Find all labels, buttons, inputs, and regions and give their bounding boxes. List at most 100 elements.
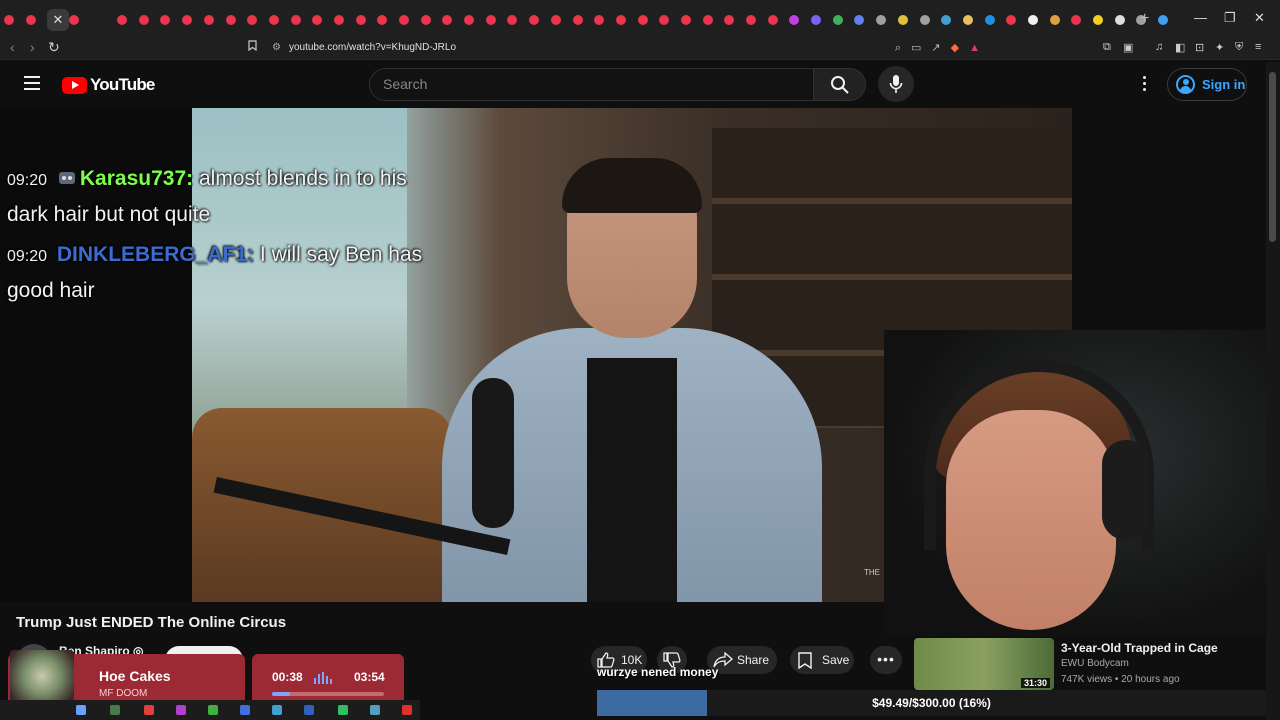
tab-favicon-icon[interactable] bbox=[1027, 15, 1038, 25]
tab-favicon-icon[interactable] bbox=[832, 15, 843, 25]
voice-search-button[interactable] bbox=[878, 66, 914, 102]
app-icon[interactable] bbox=[76, 705, 86, 715]
tab-favicon-icon[interactable] bbox=[138, 15, 149, 25]
tab-favicon-icon[interactable] bbox=[247, 15, 258, 25]
back-button[interactable]: ‹ bbox=[10, 39, 15, 55]
save-button[interactable]: Save bbox=[790, 646, 854, 674]
media-icon[interactable]: ♫ bbox=[1155, 41, 1163, 53]
tab-favicon-icon[interactable] bbox=[485, 15, 496, 25]
tab-favicon-icon[interactable] bbox=[333, 15, 344, 25]
tab-favicon-icon[interactable] bbox=[355, 15, 366, 25]
tab-favicon-icon[interactable] bbox=[1049, 15, 1060, 25]
wallet-icon[interactable]: ▣ bbox=[1123, 41, 1133, 54]
zoom-icon[interactable]: ⌕ bbox=[895, 42, 901, 54]
app-icon[interactable] bbox=[144, 705, 154, 715]
app-icon[interactable] bbox=[176, 705, 186, 715]
tab-favicon-icon[interactable] bbox=[290, 15, 301, 25]
brave-shield-icon[interactable]: ◆ bbox=[951, 42, 959, 54]
app-icon[interactable] bbox=[402, 705, 412, 715]
tab-favicon-icon[interactable] bbox=[1158, 15, 1169, 25]
tab-favicon-icon[interactable] bbox=[1093, 15, 1103, 25]
tab-favicon-icon[interactable] bbox=[203, 15, 214, 25]
recommended-video[interactable]: 31:30 3-Year-Old Trapped in Cage EWU Bod… bbox=[914, 638, 1266, 690]
tab-favicon-icon[interactable] bbox=[550, 15, 561, 25]
active-tab-close-icon[interactable]: ✕ bbox=[47, 9, 69, 31]
maximize-button[interactable]: ❐ bbox=[1224, 10, 1236, 26]
app-icon[interactable] bbox=[110, 705, 120, 715]
tab-favicon-icon[interactable] bbox=[312, 15, 323, 25]
tab-favicon-icon[interactable] bbox=[659, 15, 670, 25]
address-bar[interactable]: ⚙ youtube.com/watch?v=KhugND-JRLo ⌕ ▭ ↗ ◆ ▲ bbox=[272, 39, 984, 57]
tab-favicon-icon[interactable] bbox=[268, 15, 279, 25]
page-scrollbar[interactable] bbox=[1266, 62, 1280, 720]
close-window-button[interactable]: ✕ bbox=[1254, 10, 1265, 26]
sidebar-icon[interactable]: ◧ bbox=[1175, 41, 1185, 54]
tab-list[interactable] bbox=[4, 14, 1180, 26]
tab-favicon-icon[interactable] bbox=[25, 15, 36, 25]
app-icon[interactable] bbox=[338, 705, 348, 715]
tab-favicon-icon[interactable] bbox=[941, 15, 952, 25]
tab-favicon-icon[interactable] bbox=[117, 15, 128, 25]
tab-favicon-icon[interactable] bbox=[69, 15, 80, 25]
tab-favicon-icon[interactable] bbox=[4, 15, 14, 25]
tab-favicon-icon[interactable] bbox=[746, 15, 756, 25]
tab-favicon-icon[interactable] bbox=[876, 15, 887, 25]
app-icon[interactable] bbox=[370, 705, 380, 715]
tab-favicon-icon[interactable] bbox=[615, 15, 626, 25]
chat-username[interactable]: Karasu737: bbox=[80, 167, 193, 190]
tab-favicon-icon[interactable] bbox=[442, 15, 453, 25]
tab-favicon-icon[interactable] bbox=[594, 15, 605, 25]
app-icon[interactable] bbox=[240, 705, 250, 715]
tab-favicon-icon[interactable] bbox=[854, 15, 865, 25]
guide-menu-icon[interactable] bbox=[24, 76, 40, 90]
tab-favicon-icon[interactable] bbox=[680, 15, 691, 25]
recommended-thumbnail[interactable]: 31:30 bbox=[914, 638, 1054, 690]
tab-favicon-icon[interactable] bbox=[1006, 15, 1017, 25]
new-tab-button[interactable]: + bbox=[1140, 10, 1149, 28]
tab-favicon-icon[interactable] bbox=[1114, 15, 1125, 25]
rewards-icon[interactable]: ▲ bbox=[969, 42, 980, 54]
tab-favicon-icon[interactable] bbox=[637, 15, 648, 25]
tab-favicon-icon[interactable] bbox=[789, 15, 800, 25]
chat-username[interactable]: DINKLEBERG_AF1: bbox=[57, 243, 254, 266]
recommended-channel[interactable]: EWU Bodycam bbox=[1061, 658, 1129, 669]
scrollbar-thumb[interactable] bbox=[1269, 72, 1276, 242]
app-icon[interactable] bbox=[208, 705, 218, 715]
more-actions-button[interactable]: ••• bbox=[870, 646, 902, 674]
tab-favicon-icon[interactable] bbox=[507, 15, 518, 25]
search-input[interactable]: Search bbox=[369, 68, 814, 101]
tab-favicon-icon[interactable] bbox=[919, 15, 930, 25]
tab-favicon-icon[interactable] bbox=[225, 15, 236, 25]
tab-favicon-icon[interactable] bbox=[767, 15, 778, 25]
app-icon[interactable] bbox=[304, 705, 314, 715]
cast-icon[interactable]: ▭ bbox=[911, 42, 921, 54]
sign-in-button[interactable]: Sign in bbox=[1167, 68, 1247, 101]
tab-favicon-icon[interactable] bbox=[962, 15, 973, 25]
tab-favicon-icon[interactable] bbox=[811, 15, 822, 25]
tab-favicon-icon[interactable] bbox=[399, 15, 409, 25]
tab-favicon-icon[interactable] bbox=[464, 15, 475, 25]
tab-favicon-icon[interactable] bbox=[897, 15, 908, 25]
tab-favicon-icon[interactable] bbox=[420, 15, 431, 25]
menu-icon[interactable]: ≡ bbox=[1255, 41, 1261, 53]
vpn-icon[interactable]: ⛨ bbox=[1235, 41, 1243, 54]
tab-favicon-icon[interactable] bbox=[182, 15, 193, 25]
share-page-icon[interactable]: ↗ bbox=[931, 42, 940, 54]
extensions-icon[interactable]: ⧉ bbox=[1103, 41, 1111, 54]
tab-favicon-icon[interactable] bbox=[1071, 15, 1082, 25]
search-button[interactable] bbox=[814, 68, 866, 101]
forward-button[interactable]: › bbox=[30, 39, 35, 55]
site-info-icon[interactable]: ⚙ bbox=[272, 42, 281, 53]
tab-favicon-icon[interactable] bbox=[572, 15, 583, 25]
tab-favicon-icon[interactable] bbox=[984, 15, 995, 25]
tab-favicon-icon[interactable] bbox=[724, 15, 735, 25]
minimize-button[interactable]: — bbox=[1194, 10, 1207, 25]
tab-favicon-icon[interactable] bbox=[529, 15, 540, 25]
app-icon[interactable] bbox=[272, 705, 282, 715]
settings-menu-icon[interactable] bbox=[1141, 76, 1147, 94]
reload-button[interactable]: ↻ bbox=[48, 39, 60, 56]
tab-favicon-icon[interactable] bbox=[702, 15, 713, 25]
tab-search-icon[interactable]: ⊡ bbox=[1195, 41, 1204, 54]
youtube-logo[interactable]: YouTube bbox=[62, 75, 155, 94]
tab-favicon-icon[interactable] bbox=[160, 15, 171, 25]
